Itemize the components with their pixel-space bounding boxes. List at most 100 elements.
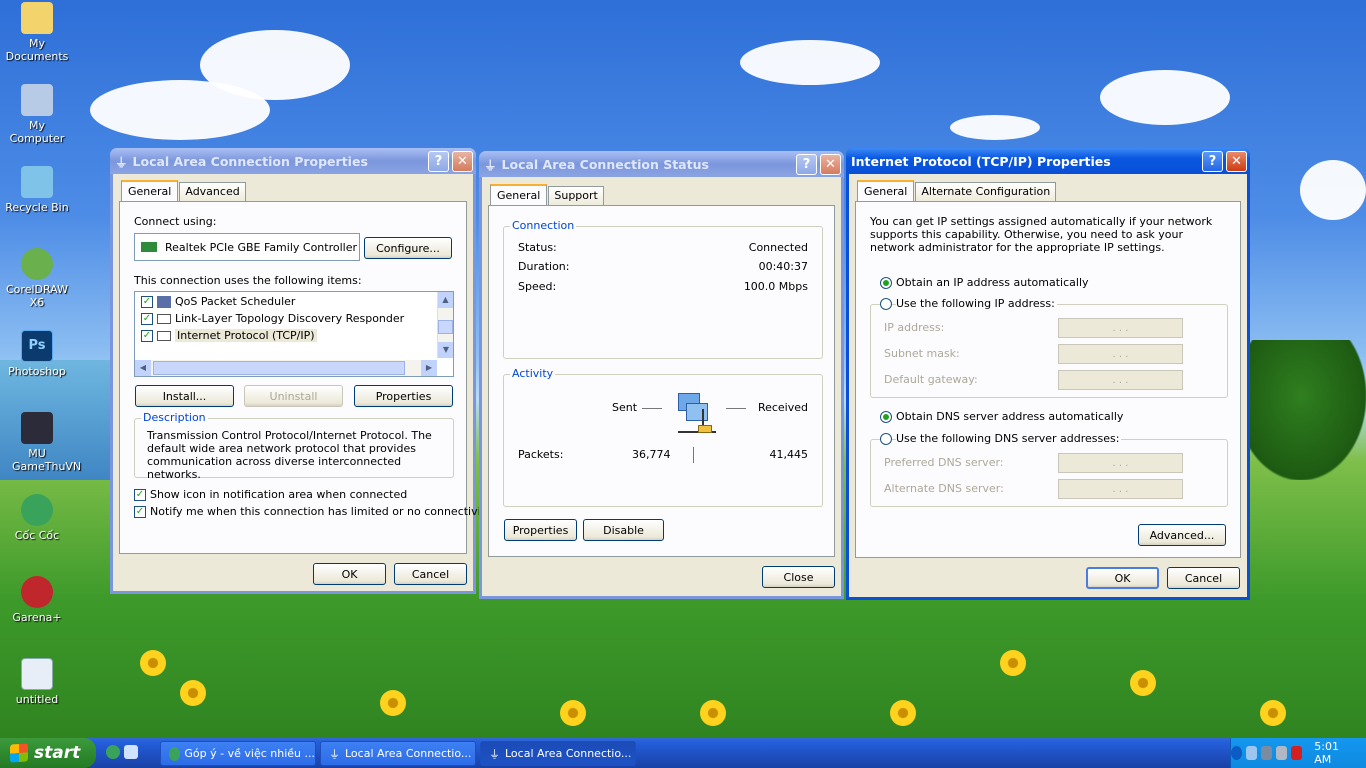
connect-using-label: Connect using: bbox=[134, 215, 217, 228]
notify-option[interactable]: ✓ Notify me when this connection has limi… bbox=[134, 505, 492, 518]
obtain-dns-label[interactable]: Obtain DNS server address automatically bbox=[896, 410, 1123, 423]
horizontal-scrollbar[interactable]: ◀ ▶ bbox=[135, 360, 437, 376]
cancel-button[interactable]: Cancel bbox=[394, 563, 467, 585]
show-icon-label: Show icon in notification area when conn… bbox=[150, 488, 408, 501]
vertical-scrollbar[interactable]: ▲ ▼ bbox=[437, 292, 453, 358]
ip-address-field[interactable]: . . . bbox=[1058, 318, 1183, 338]
lac-properties-window[interactable]: ⏚ Local Area Connection Properties ? ✕ G… bbox=[110, 148, 492, 594]
ok-button[interactable]: OK bbox=[1086, 567, 1159, 589]
audio-tray-icon[interactable] bbox=[1261, 746, 1273, 760]
obtain-dns-radio[interactable] bbox=[880, 411, 892, 423]
properties-button[interactable]: Properties bbox=[354, 385, 453, 407]
default-gateway-field[interactable]: . . . bbox=[1058, 370, 1183, 390]
desktop-icon-label: Garena+ bbox=[12, 611, 62, 624]
desktop-icon-label: Recycle Bin bbox=[5, 201, 69, 214]
connection-group: Connection Status: Connected Duration: 0… bbox=[503, 219, 823, 359]
show-icon-option[interactable]: ✓ Show icon in notification area when con… bbox=[134, 488, 407, 501]
desktop-icon-label: untitled bbox=[15, 693, 59, 706]
install-button[interactable]: Install... bbox=[135, 385, 234, 407]
use-ip-label[interactable]: Use the following IP address: bbox=[896, 297, 1057, 310]
ip-dots: . . . bbox=[1112, 457, 1129, 469]
received-label: Received bbox=[757, 401, 808, 414]
start-button[interactable]: start bbox=[0, 738, 96, 768]
ok-button[interactable]: OK bbox=[313, 563, 386, 585]
item-checkbox[interactable]: ✓ bbox=[141, 330, 153, 342]
cancel-button[interactable]: Cancel bbox=[1167, 567, 1240, 589]
scroll-left-button[interactable]: ◀ bbox=[135, 360, 151, 376]
tab-general[interactable]: General bbox=[490, 184, 548, 205]
configure-button[interactable]: Configure... bbox=[364, 237, 452, 259]
notify-checkbox[interactable]: ✓ bbox=[134, 506, 146, 518]
preferred-dns-label: Preferred DNS server: bbox=[884, 456, 1004, 469]
use-dns-radio[interactable] bbox=[880, 433, 892, 445]
coccoc-icon[interactable] bbox=[106, 745, 120, 759]
cloud bbox=[200, 30, 350, 100]
packets-divider bbox=[693, 447, 694, 463]
advanced-button[interactable]: Advanced... bbox=[1138, 524, 1226, 546]
help-button[interactable]: ? bbox=[428, 150, 449, 172]
desktop-icon-my-documents[interactable]: My Documents bbox=[0, 2, 74, 63]
desktop-icon-my-computer[interactable]: My Computer bbox=[0, 84, 74, 145]
obtain-ip-label[interactable]: Obtain an IP address automatically bbox=[896, 276, 1089, 289]
scroll-thumb[interactable] bbox=[153, 361, 405, 375]
alternate-dns-field[interactable]: . . . bbox=[1058, 479, 1183, 499]
antivirus-icon[interactable] bbox=[1291, 746, 1303, 760]
browser-icon[interactable] bbox=[124, 745, 138, 759]
speaker-icon[interactable] bbox=[1276, 746, 1288, 760]
item-checkbox[interactable]: ✓ bbox=[141, 313, 153, 325]
speed-label: Speed: bbox=[518, 280, 557, 293]
scroll-down-button[interactable]: ▼ bbox=[438, 342, 453, 358]
disable-button[interactable]: Disable bbox=[583, 519, 664, 541]
close-button[interactable]: ✕ bbox=[820, 153, 841, 175]
properties-button[interactable]: Properties bbox=[504, 519, 577, 541]
show-icon-checkbox[interactable]: ✓ bbox=[134, 489, 146, 501]
preferred-dns-field[interactable]: . . . bbox=[1058, 453, 1183, 473]
tab-alternate-configuration[interactable]: Alternate Configuration bbox=[915, 182, 1057, 203]
title-bar[interactable]: Internet Protocol (TCP/IP) Properties ? … bbox=[846, 148, 1250, 174]
list-item[interactable]: ✓ Link-Layer Topology Discovery Responder bbox=[141, 312, 404, 325]
desktop-icon-photoshop[interactable]: Ps Photoshop bbox=[0, 330, 74, 378]
desktop-icon-coccoc[interactable]: Cốc Cốc bbox=[0, 494, 74, 542]
clock[interactable]: 5:01 AM bbox=[1314, 740, 1350, 766]
desktop-icon-recycle-bin[interactable]: Recycle Bin bbox=[0, 166, 74, 214]
title-bar[interactable]: ⏚ Local Area Connection Status ? ✕ bbox=[479, 151, 844, 177]
use-dns-label[interactable]: Use the following DNS server addresses: bbox=[896, 432, 1122, 445]
tab-general[interactable]: General bbox=[857, 180, 915, 201]
scroll-up-button[interactable]: ▲ bbox=[438, 292, 453, 308]
taskbar-item-lac-1[interactable]: ⏚ Local Area Connectio... bbox=[320, 741, 476, 766]
desktop-icon-mu-game[interactable]: MU GameThuVN bbox=[0, 412, 81, 473]
taskbar-item-lac-2[interactable]: ⏚ Local Area Connectio... bbox=[480, 741, 636, 766]
components-list[interactable]: ✓ QoS Packet Scheduler ✓ Link-Layer Topolo… bbox=[134, 291, 454, 377]
list-item[interactable]: ✓ QoS Packet Scheduler bbox=[141, 295, 295, 308]
scroll-right-button[interactable]: ▶ bbox=[421, 360, 437, 376]
ip-dots: . . . bbox=[1112, 348, 1129, 360]
close-dialog-button[interactable]: Close bbox=[762, 566, 835, 588]
tcpip-properties-window[interactable]: Internet Protocol (TCP/IP) Properties ? … bbox=[846, 148, 1250, 600]
tab-general[interactable]: General bbox=[121, 180, 179, 201]
desktop-icon-garena[interactable]: Garena+ bbox=[0, 576, 74, 624]
flower bbox=[1130, 670, 1156, 696]
scroll-thumb[interactable] bbox=[438, 320, 453, 334]
item-checkbox[interactable]: ✓ bbox=[141, 296, 153, 308]
use-ip-radio[interactable] bbox=[880, 298, 892, 310]
close-button[interactable]: ✕ bbox=[452, 150, 473, 172]
help-button[interactable]: ? bbox=[1202, 150, 1223, 172]
uninstall-button[interactable]: Uninstall bbox=[244, 385, 343, 407]
tab-advanced[interactable]: Advanced bbox=[179, 182, 246, 203]
subnet-mask-field[interactable]: . . . bbox=[1058, 344, 1183, 364]
desktop-icon-label: CorelDRAW X6 bbox=[6, 283, 68, 309]
obtain-ip-radio[interactable] bbox=[880, 277, 892, 289]
taskbar-item-browser[interactable]: Góp ý - về việc nhiều ... bbox=[160, 741, 316, 766]
sent-label: Sent bbox=[612, 401, 638, 414]
help-button[interactable]: ? bbox=[796, 153, 817, 175]
title-bar[interactable]: ⏚ Local Area Connection Properties ? ✕ bbox=[110, 148, 476, 174]
ip-address-label: IP address: bbox=[884, 321, 945, 334]
network-tray-icon[interactable] bbox=[1246, 746, 1258, 760]
lac-status-window[interactable]: ⏚ Local Area Connection Status ? ✕ Gener… bbox=[479, 151, 844, 599]
close-button[interactable]: ✕ bbox=[1226, 150, 1247, 172]
desktop-icon-untitled[interactable]: untitled bbox=[0, 658, 74, 706]
desktop-icon-coreldraw[interactable]: CorelDRAW X6 bbox=[0, 248, 74, 309]
list-item[interactable]: ✓ Internet Protocol (TCP/IP) bbox=[141, 329, 317, 342]
tab-support[interactable]: Support bbox=[548, 186, 604, 207]
show-hidden-icons-icon[interactable] bbox=[1230, 746, 1243, 760]
